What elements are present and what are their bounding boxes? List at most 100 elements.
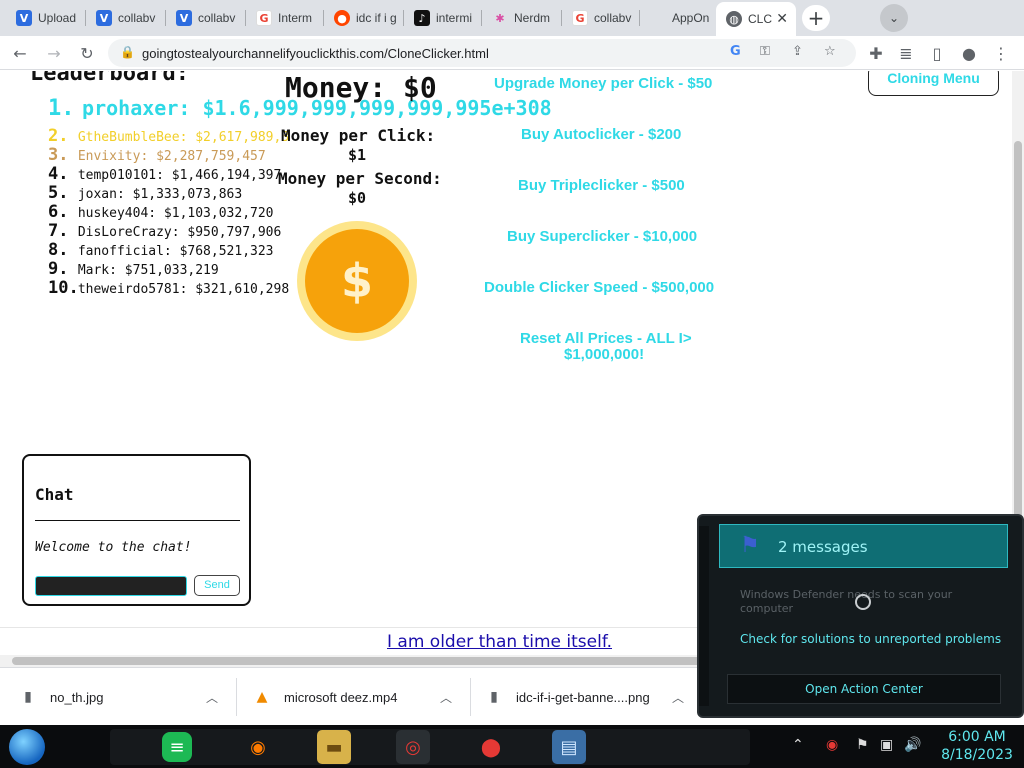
reset-all-prices-line-1: Reset All Prices - ALL I>	[520, 330, 692, 347]
tab-title: collabv	[118, 11, 156, 25]
download-filename: no_th.jpg	[50, 689, 104, 705]
leaderboard-entry: GtheBumbleBee: $2,617,989,3	[77, 130, 290, 145]
media-queue-icon: ≣	[899, 43, 913, 63]
record-icon[interactable]: ⬤	[474, 730, 508, 764]
tab-tiktok[interactable]: ♪ intermi	[404, 4, 482, 32]
leaderboard-row: 4. temp010101: $1,466,194,397	[48, 164, 281, 184]
file-icon: ▮	[490, 689, 498, 705]
profile-button[interactable]: ●	[957, 41, 981, 65]
money-per-second-label: Money per Second:	[278, 169, 442, 188]
tab-reddit[interactable]: ● idc if i g	[324, 4, 404, 32]
back-button[interactable]: ←	[8, 41, 32, 65]
buy-tripleclicker-button[interactable]: Buy Tripleclicker - $500	[518, 177, 685, 194]
coin-clicker-button[interactable]: $	[297, 221, 417, 341]
extensions-button[interactable]: ✚	[864, 41, 888, 65]
download-item[interactable]: ▮ no_th.jpg ︿	[20, 668, 237, 726]
tab-title: Interm	[278, 11, 313, 25]
scrollbar-thumb[interactable]	[12, 657, 732, 665]
send-button[interactable]: Send	[194, 575, 240, 596]
download-separator	[236, 678, 237, 716]
leaderboard-row: 9. Mark: $751,033,219	[48, 259, 219, 279]
google-lens-icon[interactable]: G	[730, 44, 741, 59]
reload-button[interactable]: ↻	[75, 41, 99, 65]
network-icon[interactable]: ▣	[880, 737, 893, 753]
nerdm-icon: ✱	[495, 11, 505, 25]
chrome-icon[interactable]: ◎	[396, 730, 430, 764]
double-clicker-speed-button[interactable]: Double Clicker Speed - $500,000	[484, 279, 714, 296]
chevron-up-icon[interactable]: ︿	[672, 689, 684, 706]
action-center-popup: ⚑ 2 messages Windows Defender needs to s…	[697, 514, 1024, 718]
messages-count: 2 messages	[778, 538, 868, 556]
older-than-time-link[interactable]: I am older than time itself.	[387, 632, 612, 652]
clock-date: 8/18/2023	[941, 747, 1013, 763]
globe-icon: ◍	[726, 11, 742, 27]
system-clock[interactable]: 6:00 AM 8/18/2023	[935, 728, 1019, 764]
notes-app-icon[interactable]: ≡	[162, 732, 192, 762]
address-bar[interactable]: 🔒 goingtostealyourchannelifyouclickthis.…	[108, 39, 856, 67]
buy-superclicker-button[interactable]: Buy Superclicker - $10,000	[507, 228, 697, 245]
chat-input[interactable]	[35, 576, 187, 596]
tab-title: AppOn	[672, 11, 710, 25]
v-logo-icon: V	[96, 10, 112, 26]
firefox-icon[interactable]: ◉	[241, 730, 275, 764]
leaderboard-row: 3. Envixity: $2,287,759,457	[48, 145, 266, 165]
tab-nerdm[interactable]: ✱ Nerdm	[482, 4, 562, 32]
cloning-menu-button[interactable]: Cloning Menu	[868, 71, 999, 96]
volume-icon[interactable]: 🔊	[904, 737, 921, 753]
google-icon: G	[256, 10, 272, 26]
download-item[interactable]: ▮ idc-if-i-get-banne....png ︿	[486, 668, 702, 726]
leaderboard-entry: temp010101: $1,466,194,397	[77, 168, 282, 183]
tab-interm[interactable]: G Interm	[246, 4, 324, 32]
browser-tab-strip: V Upload V collabv V collabv G Interm ● …	[0, 0, 1024, 36]
dollar-coin-icon: $	[305, 229, 409, 333]
chevron-up-icon[interactable]: ︿	[440, 689, 452, 706]
leaderboard-entry: Mark: $751,033,219	[77, 263, 219, 278]
chat-divider	[35, 520, 240, 521]
tab-search-button[interactable]: ⌄	[880, 4, 908, 32]
solutions-link[interactable]: Check for solutions to unreported proble…	[740, 632, 1001, 646]
side-panel-icon: ▯	[932, 43, 942, 63]
tab-collabv-1[interactable]: V collabv	[86, 4, 166, 32]
bookmark-star-icon[interactable]: ☆	[824, 44, 836, 59]
tab-collabv-2[interactable]: V collabv	[166, 4, 246, 32]
tab-title: CLC	[748, 12, 773, 26]
tab-collabv-3[interactable]: G collabv	[562, 4, 640, 32]
leaderboard-row: 10. theweirdo5781: $321,610,298	[48, 278, 289, 298]
start-button[interactable]	[9, 729, 45, 765]
tab-appon[interactable]: AppOn	[640, 4, 716, 32]
money-per-second-value: $0	[348, 189, 367, 207]
record-tray-icon[interactable]: ◉	[826, 737, 838, 753]
download-item[interactable]: ▲ microsoft deez.mp4 ︿	[254, 668, 471, 726]
menu-button[interactable]: ⋮	[989, 41, 1013, 65]
busy-cursor-icon	[855, 594, 871, 610]
folder-icon[interactable]: ▬	[317, 730, 351, 764]
taskbar: ≡ ◉ ▬ ◎ ⬤ ▤ ⌃ ◉ ⚑ ▣ 🔊 6:00 AM 8/18/2023	[0, 725, 1024, 768]
tab-clone-clicker[interactable]: ◍ CLC ✕	[716, 2, 796, 36]
leaderboard-rank: 7.	[48, 221, 69, 241]
leaderboard-row: 8. fanofficial: $768,521,323	[48, 240, 274, 260]
upgrade-money-per-click-button[interactable]: Upgrade Money per Click - $50	[494, 75, 712, 92]
photos-icon[interactable]: ▤	[552, 730, 586, 764]
tab-upload[interactable]: V Upload	[6, 4, 86, 32]
new-tab-button[interactable]: +	[802, 5, 830, 31]
key-icon[interactable]: ⚿	[760, 44, 770, 59]
download-filename: microsoft deez.mp4	[284, 689, 398, 705]
v-logo-icon: V	[176, 10, 192, 26]
forward-button[interactable]: →	[42, 41, 66, 65]
apple-icon	[650, 10, 666, 26]
chevron-up-icon[interactable]: ⌃	[792, 737, 804, 753]
media-button[interactable]: ≣	[894, 41, 918, 65]
close-tab-icon[interactable]: ✕	[776, 11, 788, 27]
tab-title: collabv	[594, 11, 632, 25]
share-icon[interactable]: ⇪	[792, 44, 803, 59]
open-action-center-button[interactable]: Open Action Center	[727, 674, 1001, 704]
flag-tray-icon[interactable]: ⚑	[856, 737, 869, 753]
google-icon: G	[572, 10, 588, 26]
tab-title: Nerdm	[514, 11, 551, 25]
messages-banner[interactable]: ⚑ 2 messages	[719, 524, 1008, 568]
chat-message: Welcome to the chat!	[35, 540, 192, 555]
download-filename: idc-if-i-get-banne....png	[516, 689, 650, 705]
buy-autoclicker-button[interactable]: Buy Autoclicker - $200	[521, 126, 681, 143]
chevron-up-icon[interactable]: ︿	[206, 689, 218, 706]
side-panel-button[interactable]: ▯	[925, 41, 949, 65]
